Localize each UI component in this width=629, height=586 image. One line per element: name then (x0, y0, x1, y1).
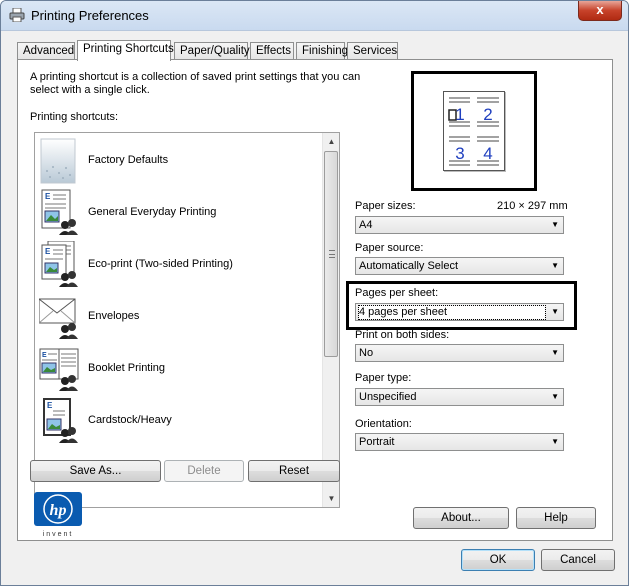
dropdown-arrow-icon: ▼ (551, 392, 559, 401)
scrollbar-thumb[interactable] (324, 151, 338, 357)
svg-text:E: E (42, 352, 47, 359)
shortcut-item-cardstock[interactable]: E Cardstock/Heavy (35, 395, 320, 447)
shortcut-label: Envelopes (88, 310, 140, 322)
print-both-sides-select[interactable]: No ▼ (355, 344, 564, 362)
cancel-button[interactable]: Cancel (541, 549, 615, 571)
orientation-select[interactable]: Portrait ▼ (355, 433, 564, 451)
paper-sizes-label: Paper sizes: (355, 200, 416, 212)
dialog-button-bar: OK Cancel (1, 541, 628, 585)
orientation-label: Orientation: (355, 418, 412, 430)
help-button[interactable]: Help (516, 507, 596, 529)
hp-logo-text: hp (50, 502, 67, 519)
save-as-button[interactable]: Save As... (30, 460, 161, 482)
tab-advanced[interactable]: Advanced (17, 42, 75, 60)
preview-page-number: 3 (455, 144, 464, 163)
printing-shortcuts-panel: A printing shortcut is a collection of s… (17, 59, 613, 541)
pages-per-sheet-highlight (346, 281, 577, 330)
shortcut-item-general-printing[interactable]: E General Everyday Printing (35, 187, 320, 239)
print-both-sides-label: Print on both sides: (355, 329, 450, 341)
paper-type-label: Paper type: (355, 372, 412, 384)
paper-type-select[interactable]: Unspecified ▼ (355, 388, 564, 406)
hp-tagline: invent (43, 531, 74, 538)
preview-pages-grid: 1 2 3 4 (448, 97, 499, 166)
envelope-icon (39, 298, 78, 339)
shortcut-label: General Everyday Printing (88, 206, 217, 218)
hp-logo: hp invent (34, 492, 82, 538)
delete-button[interactable]: Delete (164, 460, 244, 482)
factory-defaults-icon (40, 138, 76, 184)
about-button[interactable]: About... (413, 507, 509, 529)
dropdown-arrow-icon: ▼ (551, 437, 559, 446)
scroll-up-arrow-icon[interactable]: ▲ (323, 133, 339, 150)
tab-printing-shortcuts[interactable]: Printing Shortcuts (77, 40, 174, 61)
preview-page-number: 1 (455, 105, 464, 124)
shortcut-list[interactable]: Factory Defaults E General Everyday Prin… (34, 132, 340, 508)
general-printing-icon: E (41, 189, 78, 235)
booklet-icon: E (39, 348, 79, 391)
shortcut-item-factory-defaults[interactable]: Factory Defaults (35, 135, 320, 187)
cardstock-icon: E (43, 398, 78, 443)
shortcut-list-scrollbar[interactable]: ▲ ▼ (322, 133, 339, 507)
scroll-down-arrow-icon[interactable]: ▼ (323, 490, 339, 507)
reset-button[interactable]: Reset (248, 460, 340, 482)
paper-size-select[interactable]: A4 ▼ (355, 216, 564, 234)
shortcut-item-envelopes[interactable]: Envelopes (35, 291, 320, 343)
tab-effects[interactable]: Effects (250, 42, 294, 60)
shortcut-item-booklet[interactable]: E Booklet Printing (35, 343, 320, 395)
preview-page-number: 4 (483, 144, 492, 163)
dropdown-arrow-icon: ▼ (551, 261, 559, 270)
ok-button[interactable]: OK (461, 549, 535, 571)
preview-page: 1 2 3 4 (443, 91, 505, 171)
printing-shortcuts-label: Printing shortcuts: (30, 111, 119, 123)
tab-paper-quality[interactable]: Paper/Quality (174, 42, 250, 60)
window-title: Printing Preferences (31, 8, 149, 23)
svg-text:E: E (45, 247, 51, 256)
shortcuts-intro-text: A printing shortcut is a collection of s… (30, 71, 361, 96)
shortcut-label: Cardstock/Heavy (88, 414, 172, 426)
layout-preview: 1 2 3 4 (411, 71, 537, 191)
close-button[interactable]: x (578, 1, 622, 21)
dropdown-arrow-icon: ▼ (551, 348, 559, 357)
shortcut-label: Booklet Printing (88, 362, 166, 374)
paper-source-label: Paper source: (355, 242, 424, 254)
shortcut-label: Factory Defaults (88, 154, 169, 166)
shortcut-item-eco-print[interactable]: E Eco-print (Two-sided Printing) (35, 239, 320, 291)
shortcut-label: Eco-print (Two-sided Printing) (88, 258, 233, 270)
printing-preferences-window: Printing Preferences x Advanced Printing… (0, 0, 629, 586)
svg-text:E: E (45, 192, 51, 201)
printer-icon (9, 8, 25, 22)
preview-page-number: 2 (483, 105, 492, 124)
dropdown-arrow-icon: ▼ (551, 220, 559, 229)
close-icon: x (596, 2, 604, 17)
svg-text:E: E (47, 401, 53, 410)
paper-dimensions: 210 × 297 mm (497, 200, 568, 212)
grip-icon (329, 250, 335, 258)
eco-print-icon: E (41, 241, 78, 287)
paper-source-select[interactable]: Automatically Select ▼ (355, 257, 564, 275)
tab-finishing[interactable]: Finishing (296, 42, 348, 60)
title-bar[interactable]: Printing Preferences x (1, 1, 628, 31)
tab-services[interactable]: Services (347, 42, 398, 60)
